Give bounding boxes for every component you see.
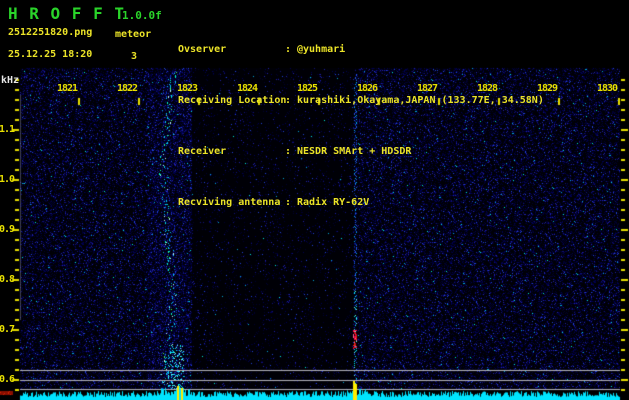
time-tick-label: 1830 <box>596 83 618 94</box>
info-label: Recviving antenna <box>178 197 281 208</box>
app-version: 1.0.0f <box>122 9 162 22</box>
info-colon: : <box>285 44 292 55</box>
info-row-antenna: Recviving antenna : Radix RY-62V <box>178 196 544 209</box>
time-tick-label: 1829 <box>536 83 558 94</box>
info-colon: : <box>285 146 292 157</box>
info-value: kurashiki,Okayama,JAPAN (133.77E, 34.58N… <box>297 95 544 106</box>
hrofft-window: H R O F F T 1.0.0f 2512251820.png meteor… <box>0 0 629 400</box>
freq-tick-label: 0.9 <box>0 224 15 235</box>
time-tick-label: 1821 <box>56 83 78 94</box>
info-value: @yuhmari <box>297 44 346 55</box>
echo-counter: 3 <box>131 51 138 62</box>
freq-tick-label: 0.7 <box>0 324 15 335</box>
info-value: Radix RY-62V <box>297 197 370 208</box>
time-tick-label: 1827 <box>416 83 438 94</box>
info-row-observer: Ovserver : @yuhmari <box>178 43 544 56</box>
mode-label: meteor <box>115 29 152 40</box>
output-filename: 2512251820.png <box>8 27 93 38</box>
info-colon: : <box>285 197 292 208</box>
time-tick-label: 1822 <box>116 83 138 94</box>
info-label: Ovserver <box>178 44 227 55</box>
info-colon: : <box>285 95 292 106</box>
time-tick-label: 1824 <box>236 83 258 94</box>
info-label: Receiver <box>178 146 227 157</box>
time-tick-label: 1826 <box>356 83 378 94</box>
freq-tick-label: 0.6 <box>0 374 15 385</box>
time-tick-label: 1823 <box>176 83 198 94</box>
app-title: H R O F F T <box>8 4 125 23</box>
time-tick-label: 1825 <box>296 83 318 94</box>
freq-tick-label: 0.8 <box>0 274 15 285</box>
freq-tick-label: 1.1 <box>0 124 15 135</box>
info-value: NESDR SMArt + HDSDR <box>297 146 412 157</box>
frequency-axis-unit: kHz <box>1 75 20 86</box>
time-tick-label: 1828 <box>476 83 498 94</box>
info-row-receiver: Receiver : NESDR SMArt + HDSDR <box>178 145 544 158</box>
info-row-location: Receiving Location : kurashiki,Okayama,J… <box>178 94 544 107</box>
freq-tick-label: 1.0 <box>0 174 15 185</box>
station-info-block: Ovserver : @yuhmari Receiving Location :… <box>178 5 544 247</box>
datetime-label: 25.12.25 18:20 <box>8 49 93 60</box>
info-label: Receiving Location <box>178 95 287 106</box>
